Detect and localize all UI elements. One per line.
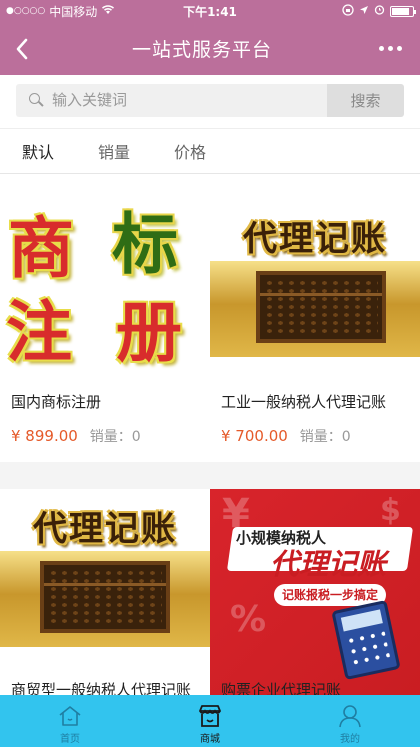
search-button[interactable]: 搜索	[327, 83, 404, 117]
app-screen: ●○○○○ 中国移动 下午1:41 一站式服务平台 输入关键词 搜索 默认 销量…	[0, 0, 420, 747]
dollar-icon: $	[380, 493, 401, 528]
carrier-label: 中国移动	[49, 4, 98, 19]
image-text: 注	[6, 293, 72, 371]
shop-icon	[199, 705, 221, 727]
search-box[interactable]	[16, 83, 327, 117]
more-dots-icon	[378, 46, 384, 51]
product-image-trademark: 商 标 注 册	[0, 175, 210, 385]
product-meta: ¥ 899.00 销量：0	[11, 426, 141, 446]
tab-bar: 首页 商城 我的	[0, 695, 420, 747]
search-input[interactable]	[52, 91, 302, 109]
sort-tabs: 默认 销量 价格	[0, 128, 420, 174]
product-sales: 销量：0	[89, 429, 141, 445]
tab-label: 首页	[60, 734, 80, 745]
back-button[interactable]	[0, 22, 44, 75]
chevron-left-icon	[16, 38, 28, 59]
calculator-icon	[331, 599, 401, 681]
product-meta: ¥ 700.00 销量：0	[221, 426, 351, 446]
tab-label: 我的	[340, 734, 360, 745]
product-name: 商贸型一般纳税人代理记账	[11, 681, 192, 695]
product-name: 国内商标注册	[11, 393, 102, 411]
product-image-accounting: 代理记账	[0, 489, 210, 695]
status-left: ●○○○○ 中国移动	[6, 3, 156, 20]
image-text: 代理记账	[243, 219, 387, 259]
nav-bar: 一站式服务平台	[0, 22, 420, 75]
product-name: 工业一般纳税人代理记账	[221, 393, 387, 411]
product-card[interactable]: 代理记账 商贸型一般纳税人代理记账	[0, 489, 210, 695]
search-bar: 搜索	[0, 75, 420, 125]
battery-icon	[390, 5, 416, 17]
product-image-accounting: 代理记账	[210, 175, 420, 385]
product-price: ¥ 899.00	[11, 427, 78, 445]
user-icon	[339, 705, 361, 728]
tab-label: 商城	[200, 734, 220, 745]
product-name: 购票企业代理记账	[221, 681, 342, 695]
home-icon	[59, 706, 81, 726]
product-image-small-taxpayer: ¥ % $ 小规模纳税人 代理记账 记账报税一步搞定	[210, 489, 420, 695]
sort-tab-sales[interactable]: 销量	[98, 139, 130, 163]
status-right	[264, 3, 416, 19]
sort-tab-default[interactable]: 默认	[22, 139, 54, 163]
image-text: 代理记账	[270, 547, 387, 581]
alarm-icon	[374, 4, 385, 18]
product-sales: 销量：0	[299, 429, 351, 445]
abacus-icon	[256, 271, 386, 343]
tab-shop[interactable]: 商城	[140, 695, 280, 747]
product-grid: 商 标 注 册 国内商标注册 ¥ 899.00 销量：0 代理记账 工业一般纳税	[0, 175, 420, 695]
search-icon	[28, 92, 44, 108]
product-price: ¥ 700.00	[221, 427, 288, 445]
sort-tab-price[interactable]: 价格	[174, 139, 206, 163]
product-card[interactable]: 代理记账 工业一般纳税人代理记账 ¥ 700.00 销量：0	[210, 175, 420, 462]
product-card[interactable]: 商 标 注 册 国内商标注册 ¥ 899.00 销量：0	[0, 175, 210, 462]
battery-level	[392, 7, 409, 15]
wifi-icon	[101, 4, 115, 18]
percent-icon: %	[230, 599, 267, 640]
status-bar: ●○○○○ 中国移动 下午1:41	[0, 0, 420, 22]
image-text: 代理记账	[33, 509, 177, 549]
tab-profile[interactable]: 我的	[280, 695, 420, 747]
image-text: 标	[112, 205, 178, 283]
more-button[interactable]	[360, 22, 420, 75]
signal-icon: ●○○○○	[6, 6, 46, 16]
abacus-icon	[40, 561, 170, 633]
image-text: 商	[8, 209, 74, 287]
lock-rotation-icon	[342, 3, 354, 19]
status-time: 下午1:41	[183, 4, 237, 19]
tab-home[interactable]: 首页	[0, 695, 140, 747]
product-card[interactable]: ¥ % $ 小规模纳税人 代理记账 记账报税一步搞定 购票企业代理记账	[210, 489, 420, 695]
page-title: 一站式服务平台	[131, 39, 272, 61]
image-text: 册	[116, 293, 182, 371]
location-icon	[359, 4, 369, 18]
